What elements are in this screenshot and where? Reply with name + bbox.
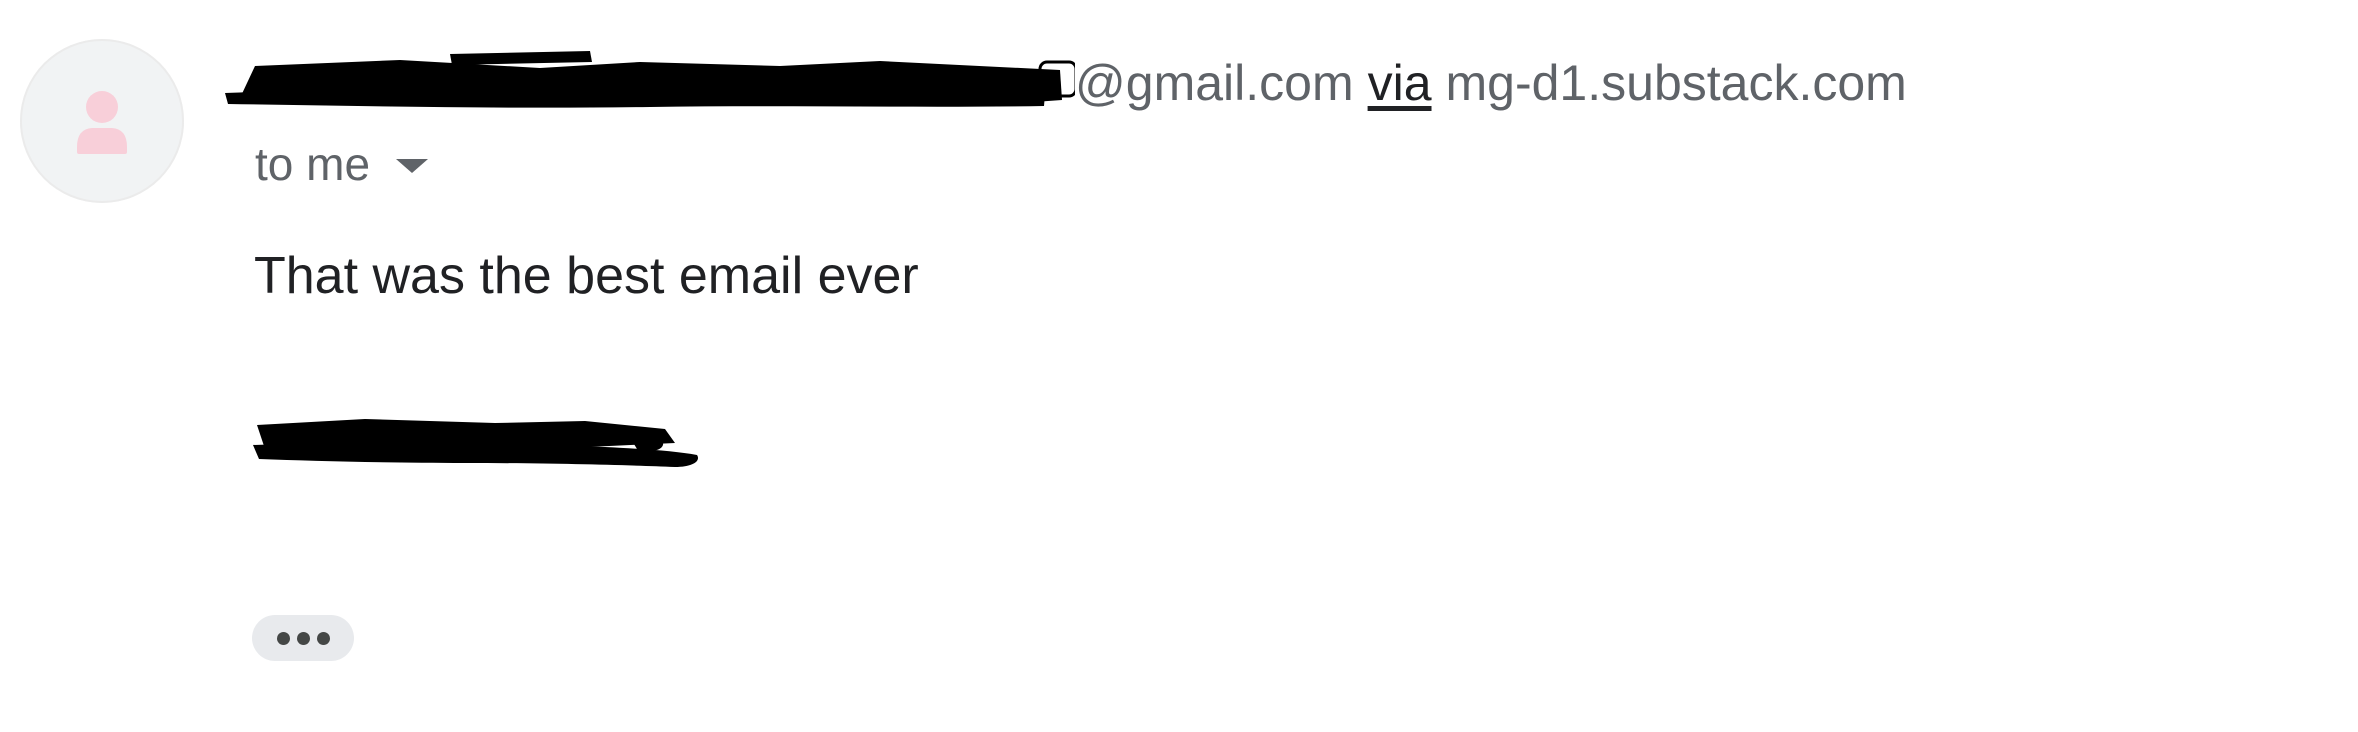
message-body-text: That was the best email ever bbox=[254, 247, 919, 305]
sender-line: @gmail.com via mg-d1.substack.com bbox=[220, 48, 1907, 118]
recipient-label: to me bbox=[255, 138, 371, 190]
sender-avatar[interactable] bbox=[20, 39, 184, 203]
via-link[interactable]: via bbox=[1368, 54, 1432, 112]
sender-email-domain[interactable]: @gmail.com bbox=[1075, 54, 1354, 112]
redacted-signature bbox=[245, 405, 705, 477]
recipient-details-toggle[interactable]: to me bbox=[255, 134, 429, 194]
redacted-sender-name bbox=[220, 48, 1075, 118]
caret-down-icon[interactable] bbox=[396, 159, 429, 173]
via-host: mg-d1.substack.com bbox=[1445, 55, 1907, 111]
more-horizontal-icon bbox=[276, 631, 290, 645]
person-icon bbox=[77, 91, 127, 154]
show-trimmed-content-button[interactable] bbox=[252, 615, 354, 661]
